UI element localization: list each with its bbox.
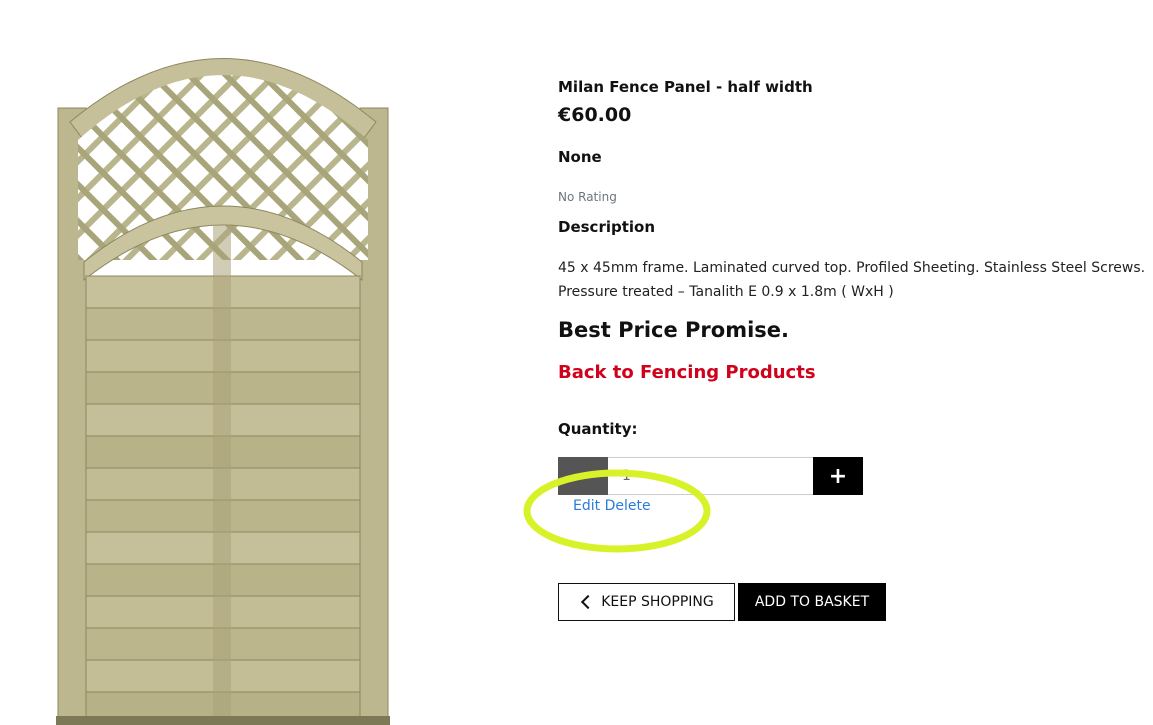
action-buttons: KEEP SHOPPING ADD TO BASKET xyxy=(558,583,886,621)
product-rating: No Rating xyxy=(558,190,617,204)
keep-shopping-button[interactable]: KEEP SHOPPING xyxy=(558,583,735,621)
product-image xyxy=(48,40,398,725)
add-to-basket-button[interactable]: ADD TO BASKET xyxy=(738,583,886,621)
back-to-fencing-link[interactable]: Back to Fencing Products xyxy=(558,362,816,383)
quantity-stepper: + xyxy=(558,457,863,495)
chevron-left-icon xyxy=(581,594,596,610)
edit-link[interactable]: Edit xyxy=(573,498,600,514)
product-category: None xyxy=(558,148,602,166)
decrement-button[interactable] xyxy=(558,457,608,495)
quantity-input[interactable] xyxy=(608,457,813,495)
keep-shopping-label: KEEP SHOPPING xyxy=(601,594,714,610)
product-description: 45 x 45mm frame. Laminated curved top. P… xyxy=(558,260,1146,300)
product-name: Milan Fence Panel - half width xyxy=(558,78,813,96)
quantity-label: Quantity: xyxy=(558,420,638,438)
price-promise: Best Price Promise. xyxy=(558,318,790,342)
increment-button[interactable]: + xyxy=(813,457,863,495)
product-price: €60.00 xyxy=(558,104,632,126)
admin-links: Edit Delete xyxy=(573,498,651,514)
description-heading: Description xyxy=(558,218,656,236)
delete-link[interactable]: Delete xyxy=(605,498,651,514)
